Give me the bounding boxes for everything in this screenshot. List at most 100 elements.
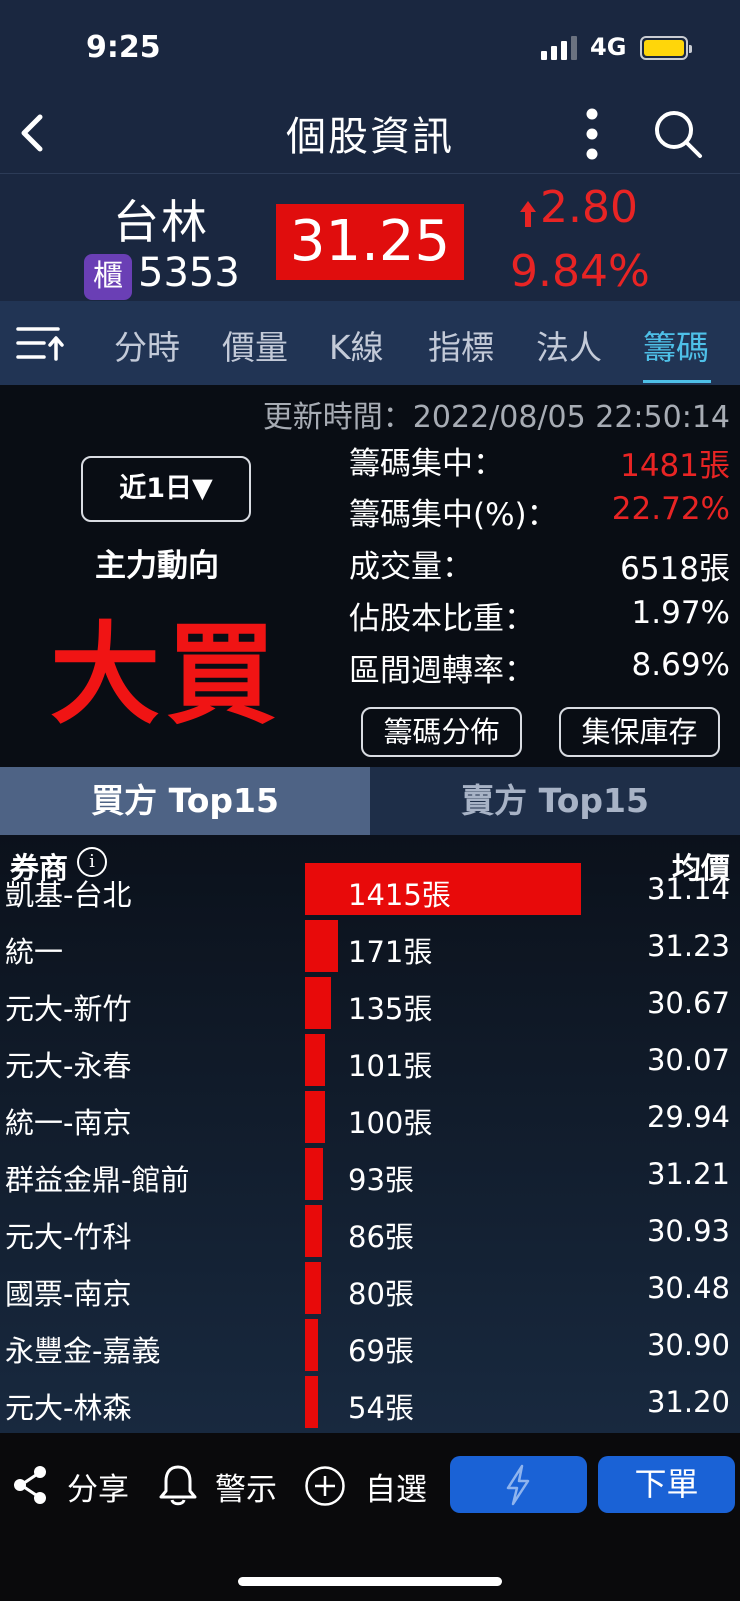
battery-icon [640,36,692,60]
page-title: 個股資訊 [286,114,454,160]
broker-name: 元大-林森 [5,1391,132,1425]
quick-order-button[interactable] [450,1456,587,1513]
metric-value: 8.69% [631,647,730,683]
avg-price: 30.90 [646,1328,730,1362]
table-row[interactable]: 元大-林森 54張 31.20 [0,1376,740,1433]
network-type: 4G [590,33,627,61]
status-time: 9:25 [86,30,161,65]
alert-button[interactable]: 警示 [215,1464,277,1509]
broker-table[interactable]: 券商 i 均價 凱基-台北 1415張 31.14 統一 171張 31.23 元大-新竹 1… [0,835,740,1433]
sell-top15-tab[interactable]: 賣方 Top15 [370,767,740,835]
broker-name: 凱基-台北 [5,878,132,912]
table-row[interactable]: 統一 171張 31.23 [0,920,740,977]
active-tab-indicator [643,380,711,383]
buy-volume: 100張 [348,1106,433,1140]
volume-bar [305,1205,322,1257]
search-icon[interactable] [651,107,705,161]
more-vertical-icon[interactable] [580,105,604,163]
broker-name: 國票-南京 [5,1277,132,1311]
info-tabs: 分時 價量 K線 指標 法人 籌碼 [0,301,740,385]
metric-value: 6518張 [620,551,730,587]
avg-price: 31.23 [646,929,730,963]
nav-bar: 個股資訊 [0,95,740,173]
avg-price: 30.07 [646,1043,730,1077]
table-row[interactable]: 國票-南京 80張 30.48 [0,1262,740,1319]
table-row[interactable]: 凱基-台北 1415張 31.14 [0,863,740,920]
avg-price: 31.14 [646,872,730,906]
trend-value: 大買 [50,611,282,739]
broker-name: 永豐金-嘉義 [5,1334,161,1368]
tab-price-volume[interactable]: 價量 [222,321,288,369]
tab-chips[interactable]: 籌碼 [643,321,709,369]
metric-value: 1481張 [620,448,730,484]
metric-label: 佔股本比重： [349,601,535,637]
buy-top15-tab[interactable]: 買方 Top15 [0,767,370,835]
last-price: 31.25 [276,204,464,280]
trend-label: 主力動向 [95,548,219,584]
bottom-toolbar: 分享 警示 自選 下單 [0,1433,740,1601]
metric-value: 1.97% [631,595,730,631]
share-button[interactable]: 分享 [67,1464,129,1509]
quote-header: 台林 櫃 5353 31.25 2.80 9.84% [0,173,740,301]
range-dropdown[interactable]: 近1日▼ [81,456,251,522]
buy-volume: 101張 [348,1049,433,1083]
volume-bar [305,1262,321,1314]
broker-name: 元大-永春 [5,1049,132,1083]
buy-volume: 135張 [348,992,433,1026]
buy-volume: 93張 [348,1163,414,1197]
broker-name: 統一 [5,935,64,969]
avg-price: 30.67 [646,986,730,1020]
broker-name: 統一-南京 [5,1106,132,1140]
broker-name: 群益金鼎-館前 [5,1163,190,1197]
bell-icon[interactable] [158,1463,198,1507]
home-indicator [238,1577,502,1586]
tab-kline[interactable]: K線 [329,321,384,369]
table-row[interactable]: 元大-永春 101張 30.07 [0,1034,740,1091]
watchlist-button[interactable]: 自選 [365,1464,427,1509]
buy-volume: 54張 [348,1391,414,1425]
avg-price: 31.20 [646,1385,730,1419]
share-icon[interactable] [12,1465,48,1505]
table-row[interactable]: 群益金鼎-館前 93張 31.21 [0,1148,740,1205]
volume-bar [305,1319,318,1371]
avg-price: 30.93 [646,1214,730,1248]
broker-name: 元大-新竹 [5,992,132,1026]
sort-icon[interactable] [16,325,64,363]
volume-bar [305,1148,323,1200]
top15-toggle: 買方 Top15 賣方 Top15 [0,767,740,835]
price-change-percent: 9.84% [510,246,650,297]
price-change: 2.80 [520,182,638,233]
price-change-value: 2.80 [540,182,638,233]
custody-inventory-button[interactable]: 集保庫存 [559,707,720,757]
market-badge: 櫃 [84,254,132,300]
chip-distribution-button[interactable]: 籌碼分佈 [361,707,522,757]
tab-indicators[interactable]: 指標 [428,321,494,369]
avg-price: 29.94 [646,1100,730,1134]
avg-price: 31.21 [646,1157,730,1191]
metric-label: 成交量： [349,549,473,585]
place-order-button[interactable]: 下單 [598,1456,735,1513]
metric-label: 籌碼集中(%)： [349,497,558,533]
stock-code: 5353 [138,250,240,296]
add-circle-icon[interactable] [304,1465,346,1507]
volume-bar [305,1091,325,1143]
tab-institutional[interactable]: 法人 [536,321,602,369]
metric-value: 22.72% [611,491,730,527]
table-row[interactable]: 統一-南京 100張 29.94 [0,1091,740,1148]
update-time: 更新時間：2022/08/05 22:50:14 [262,400,730,435]
status-bar: 9:25 4G [0,0,740,95]
buy-volume: 80張 [348,1277,414,1311]
table-row[interactable]: 永豐金-嘉義 69張 30.90 [0,1319,740,1376]
table-row[interactable]: 元大-竹科 86張 30.93 [0,1205,740,1262]
broker-name: 元大-竹科 [5,1220,132,1254]
volume-bar [305,1034,325,1086]
metric-label: 籌碼集中： [349,446,504,482]
tab-intraday[interactable]: 分時 [114,321,180,369]
table-row[interactable]: 元大-新竹 135張 30.67 [0,977,740,1034]
buy-volume: 69張 [348,1334,414,1368]
buy-volume: 86張 [348,1220,414,1254]
avg-price: 30.48 [646,1271,730,1305]
signal-icon [541,36,577,60]
volume-bar [305,977,331,1029]
buy-volume: 1415張 [348,878,451,912]
